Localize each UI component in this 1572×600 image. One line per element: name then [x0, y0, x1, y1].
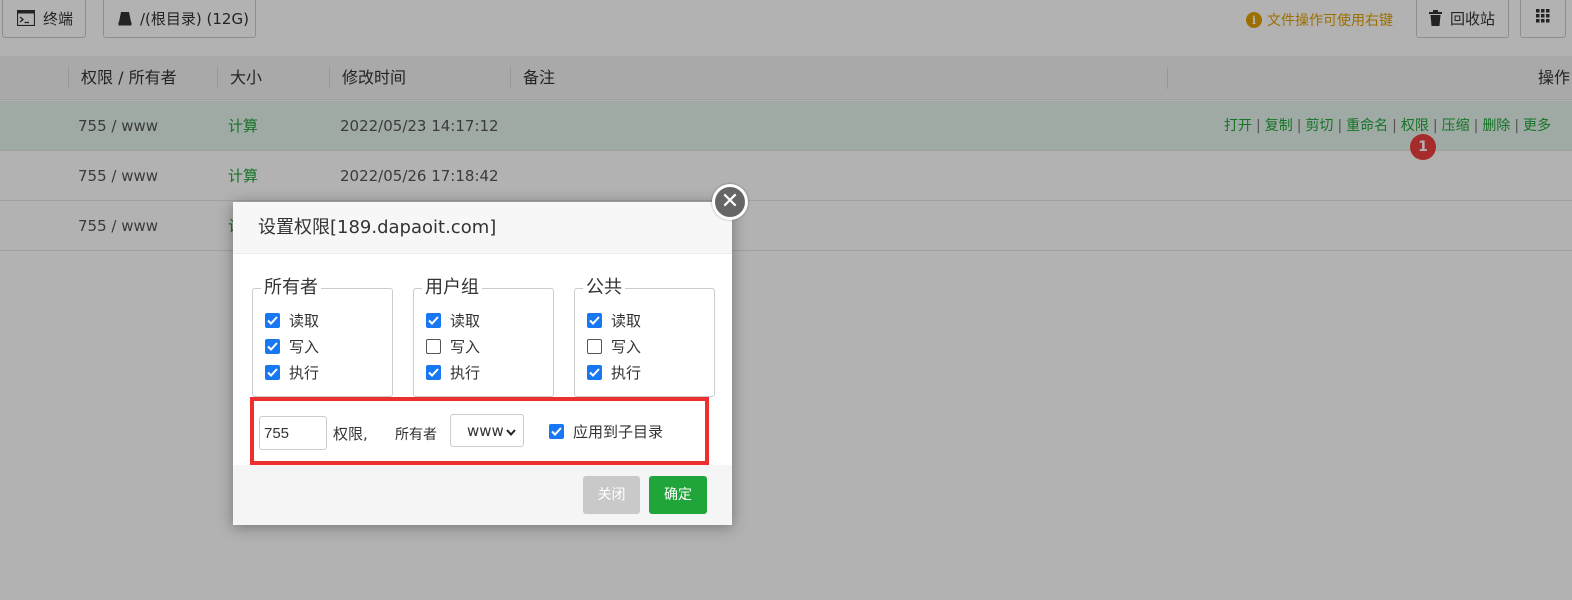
- checkbox-label: 写入: [289, 337, 320, 356]
- group-legend: 所有者: [261, 276, 321, 300]
- checkbox-checked-icon: [265, 338, 280, 354]
- owner-exec-checkbox[interactable]: 执行: [265, 362, 319, 382]
- owner-write-checkbox[interactable]: 写入: [265, 336, 319, 356]
- checkbox-unchecked-icon: [426, 338, 441, 354]
- checkbox-label: 写入: [611, 337, 642, 356]
- public-permission-group: 公共 读取 写入 执行: [574, 276, 715, 397]
- close-button[interactable]: 关闭: [583, 476, 640, 514]
- checkbox-label: 执行: [450, 363, 481, 382]
- checkbox-checked-icon: [265, 312, 280, 328]
- checkbox-label: 读取: [611, 311, 642, 330]
- group-read-checkbox[interactable]: 读取: [426, 310, 480, 330]
- owner-read-checkbox[interactable]: 读取: [265, 310, 319, 330]
- usergroup-permission-group: 用户组 读取 写入 执行: [413, 276, 554, 397]
- dialog-footer: 关闭 确定: [233, 465, 732, 525]
- checkbox-label: 读取: [289, 311, 320, 330]
- checkbox-unchecked-icon: [587, 338, 602, 354]
- checkbox-label: 读取: [450, 311, 481, 330]
- public-exec-checkbox[interactable]: 执行: [587, 362, 641, 382]
- public-write-checkbox[interactable]: 写入: [587, 336, 641, 356]
- confirm-button[interactable]: 确定: [649, 476, 707, 514]
- checkbox-checked-icon: [587, 312, 602, 328]
- checkbox-checked-icon: [426, 312, 441, 328]
- group-legend: 公共: [583, 276, 625, 300]
- close-icon[interactable]: ✕: [712, 184, 748, 220]
- checkbox-label: 写入: [450, 337, 481, 356]
- checkbox-label: 执行: [611, 363, 642, 382]
- checkbox-checked-icon: [426, 364, 441, 380]
- dialog-title: 设置权限[189.dapaoit.com]: [233, 202, 732, 254]
- public-read-checkbox[interactable]: 读取: [587, 310, 641, 330]
- group-exec-checkbox[interactable]: 执行: [426, 362, 480, 382]
- checkbox-label: 执行: [289, 363, 320, 382]
- permission-dialog: 设置权限[189.dapaoit.com] ✕ 所有者 读取 写入 执行 用户组…: [233, 184, 748, 525]
- checkbox-checked-icon: [265, 364, 280, 380]
- checkbox-checked-icon: [587, 364, 602, 380]
- group-legend: 用户组: [422, 276, 482, 300]
- group-write-checkbox[interactable]: 写入: [426, 336, 480, 356]
- owner-permission-group: 所有者 读取 写入 执行: [252, 276, 393, 397]
- highlight-box: [250, 397, 709, 465]
